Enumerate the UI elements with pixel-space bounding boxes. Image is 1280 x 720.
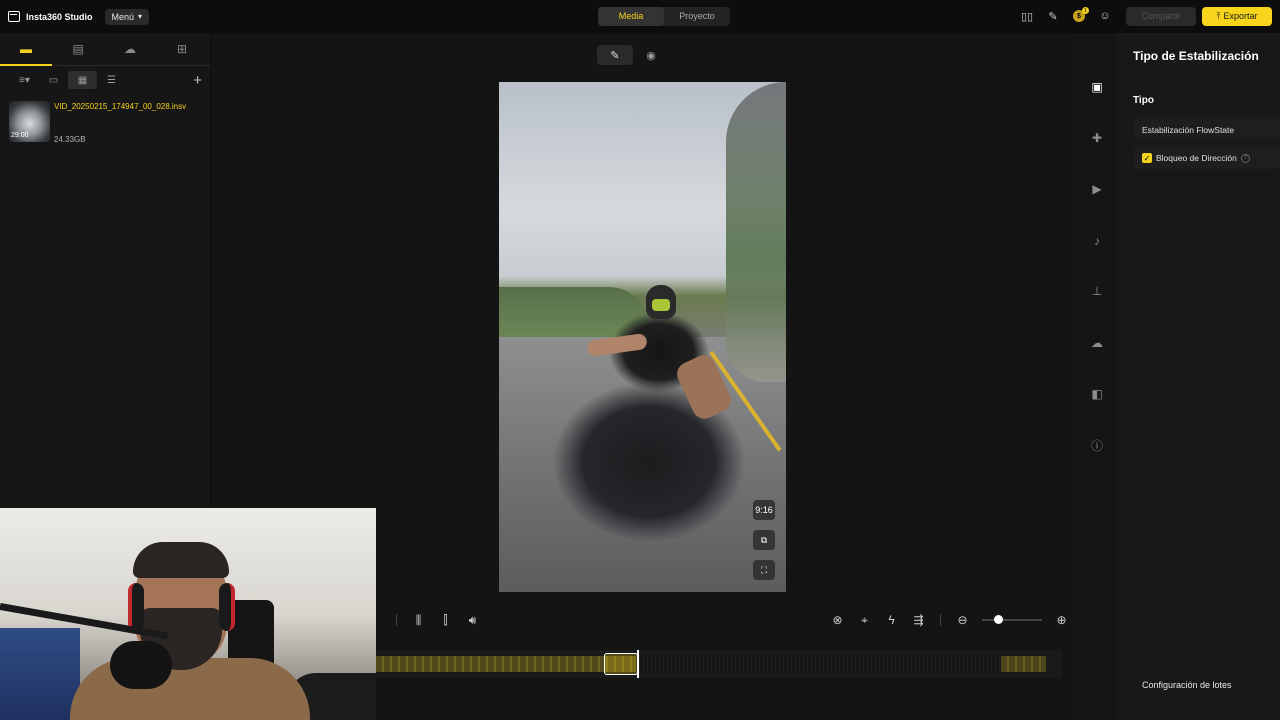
audio-icon[interactable]: ♪ [1089, 233, 1105, 249]
tab-proyecto[interactable]: Proyecto [664, 7, 730, 26]
zoom-in-icon[interactable]: ⊕ [1048, 613, 1075, 627]
file-meta: VID_20250215_174947_00_028.insv 24.33GB [54, 101, 186, 144]
export-button[interactable]: ⤒ Exportar [1202, 6, 1272, 26]
clip-icon[interactable]: ▶ [1089, 181, 1105, 197]
remove-icon[interactable]: ⊗ [824, 613, 851, 627]
coins-icon[interactable]: $ 1 [1066, 6, 1092, 26]
section-label: Tipo [1133, 95, 1154, 106]
list-item[interactable]: 29:00 VID_20250215_174947_00_028.insv 24… [0, 101, 210, 144]
webcam-scene [219, 583, 235, 631]
playhead[interactable] [637, 650, 639, 678]
volume-icon[interactable]: 🔊︎ [459, 613, 486, 628]
menu-button[interactable]: Menú ▾ [104, 8, 150, 25]
upload-icon: ⤒ [1216, 10, 1221, 21]
timeline-frames [636, 656, 1001, 672]
stamp-icon[interactable]: ⊥ [1089, 283, 1105, 299]
zoom-out-icon[interactable]: ⊖ [949, 613, 976, 627]
cloud-icon[interactable]: ☁ [1089, 335, 1105, 351]
fullscreen-icon[interactable]: ⛶ [753, 560, 775, 580]
file-duration: 29:00 [11, 132, 29, 139]
notes-icon[interactable]: ✎ [1040, 6, 1066, 26]
grid-view-icon[interactable]: ▦ [68, 71, 97, 89]
speed-icon[interactable]: ϟ [878, 613, 905, 627]
preview-toolbar: ✎ ◉ [597, 45, 669, 65]
info-icon[interactable]: ⓘ [1089, 437, 1105, 453]
stabilization-type-select[interactable]: Estabilización FlowState [1134, 117, 1280, 139]
zoom-slider[interactable] [982, 615, 1042, 624]
coin-badge: 1 [1082, 7, 1089, 14]
video-scene [646, 285, 676, 319]
tab-local-media[interactable]: ▬ [0, 33, 52, 66]
tools-rail: ▣ ✚ ▶ ♪ ⊥ ☁ ◧ ⓘ [1076, 33, 1118, 720]
batch-settings-button[interactable]: Configuración de lotes [1142, 680, 1232, 690]
eye-icon[interactable]: ◉ [633, 45, 669, 65]
tab-media[interactable]: Media [598, 7, 664, 26]
direction-lock-row[interactable]: ✓ Bloqueo de Dirección ? [1134, 147, 1280, 169]
keyframe-strip[interactable] [1001, 656, 1046, 672]
zoom-slider-handle[interactable] [994, 615, 1003, 624]
tab-import[interactable]: ⊞ [156, 33, 208, 65]
video-scene [726, 82, 786, 382]
edit-icon[interactable]: ✎ [597, 45, 633, 65]
file-icon: ▤ [72, 42, 84, 56]
file-thumbnail[interactable]: 29:00 [9, 101, 50, 142]
app-window: Insta360 Studio Menú ▾ Media Proyecto ▯▯… [0, 0, 1280, 720]
aspect-ratio-button[interactable]: 9:16 [753, 500, 775, 520]
file-size: 24.33GB [54, 135, 86, 144]
cloud-icon: ☁ [124, 42, 136, 56]
selected-keyframe[interactable] [604, 653, 638, 675]
chevron-down-icon: ▾ [138, 12, 143, 21]
import-icon: ⊞ [176, 42, 188, 56]
view-switcher: Media Proyecto [598, 7, 730, 26]
sort-icon[interactable]: ≡▾ [10, 71, 39, 89]
motion-icon[interactable]: ⇶ [905, 613, 932, 627]
timeline-track[interactable] [376, 650, 1062, 678]
panel-title: Tipo de Estabilización [1133, 49, 1259, 63]
direction-lock-label: Bloqueo de Dirección [1156, 153, 1237, 163]
app-logo-icon [8, 11, 20, 22]
media-icon: ▬ [20, 42, 32, 56]
stabilization-icon[interactable]: ▣ [1089, 79, 1105, 95]
export-label: Exportar [1223, 11, 1258, 21]
menu-label: Menú [111, 11, 135, 22]
properties-panel: Tipo de Estabilización Tipo Estabilizaci… [1118, 33, 1280, 720]
list-view-icon[interactable]: ☰ [97, 71, 126, 89]
direction-lock-checkbox[interactable]: ✓ [1142, 153, 1152, 163]
book-icon[interactable]: ▯▯ [1014, 6, 1040, 26]
video-preview[interactable]: 9:16 ⧉ ⛶ [499, 82, 786, 592]
help-icon[interactable]: ? [1240, 153, 1250, 163]
divider [940, 614, 941, 626]
tab-files[interactable]: ▤ [52, 33, 104, 65]
split-icon[interactable]: ⫼ [405, 613, 432, 628]
app-logo: Insta360 Studio [8, 11, 93, 22]
add-icon[interactable]: + [193, 72, 202, 89]
webcam-overlay [0, 508, 376, 720]
plugin-icon[interactable]: ✚ [1089, 130, 1105, 146]
file-name: VID_20250215_174947_00_028.insv [54, 102, 187, 111]
layers-icon[interactable]: ◧ [1089, 386, 1105, 402]
webcam-scene [0, 628, 80, 720]
timeline-left-controls: ⫼ ⫿ 🔊︎ [388, 610, 486, 630]
trim-icon[interactable]: ⫿ [432, 613, 459, 628]
deep-track-icon[interactable]: ⌖ [851, 613, 878, 628]
webcam-scene [110, 641, 172, 689]
top-right-tools: ▯▯ ✎ $ 1 ☺ Compartir ⤒ Exportar [1014, 6, 1272, 26]
reframe-icon[interactable]: ⧉ [753, 530, 775, 550]
timeline-right-controls: ⊗ ⌖ ϟ ⇶ ⊖ ⊕ [824, 610, 1075, 630]
app-title: Insta360 Studio [26, 11, 93, 22]
library-tabs: ▬ ▤ ☁ ⊞ [0, 33, 210, 66]
tab-cloud[interactable]: ☁ [104, 33, 156, 65]
user-icon[interactable]: ☺ [1092, 6, 1118, 26]
single-view-icon[interactable]: ▭ [39, 71, 68, 89]
divider [396, 614, 397, 626]
keyframe-strip[interactable] [376, 656, 636, 672]
webcam-scene [128, 583, 144, 631]
library-toolbar: ≡▾ ▭ ▦ ☰ + [0, 66, 210, 94]
top-bar: Insta360 Studio Menú ▾ Media Proyecto ▯▯… [0, 0, 1280, 33]
webcam-scene [133, 542, 229, 578]
share-button[interactable]: Compartir [1126, 6, 1196, 26]
